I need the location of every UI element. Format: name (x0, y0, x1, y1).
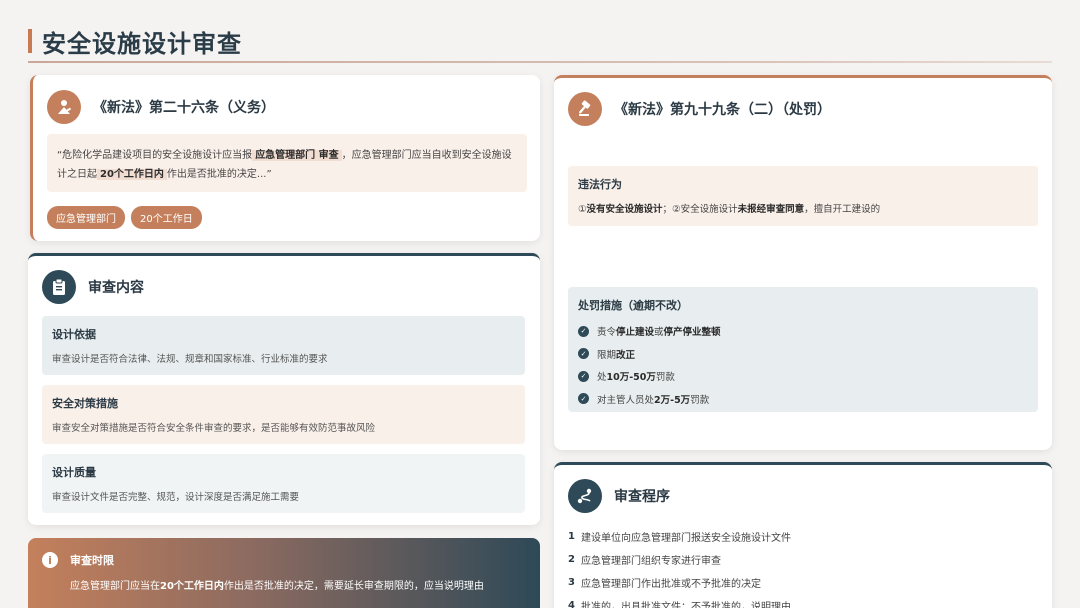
violation-emphasis: 没有安全设施设计 (586, 204, 663, 215)
article-26-header: 《新法》第二十六条（义务） (47, 90, 275, 124)
procedure-card: 审查程序 1 建设单位向应急管理部门报送安全设施设计文件 2 应急管理部门组织专家进… (554, 462, 1052, 608)
step-number: 4 (568, 600, 575, 608)
penalty-emphasis: 10万-50万 (606, 372, 656, 384)
step-text: 应急管理部门组织专家进行审查 (580, 556, 721, 567)
step-number: 3 (568, 577, 575, 588)
violation-part: ① (578, 204, 587, 215)
procedure-step: 4 批准的，出具批准文件；不予批准的，说明理由 (568, 594, 791, 608)
step-text: 建设单位向应急管理部门报送安全设施设计文件 (580, 533, 791, 544)
time-limit-text: 应急管理部门应当在20个工作日内作出是否批准的决定，需要延长审查期限的，应当说明… (70, 577, 535, 597)
penalty-box: 处罚措施（逾期不改） ✓ 责令 停止建设或停产停业整顿 ✓ 限期 改正 ✓ 处 10万… (568, 287, 1038, 412)
penalty-emphasis: 停止建设 (616, 327, 655, 339)
procedure-step: 2 应急管理部门组织专家进行审查 (568, 548, 791, 571)
time-limit-emphasis: 20个工作日内 (160, 581, 224, 592)
gavel-icon (568, 92, 602, 126)
penalty-emphasis: 2万-5万 (654, 394, 691, 406)
review-item-design-basis: 设计依据 审查设计是否符合法律、法规、规章和国家标准、行业标准的要求 (42, 316, 525, 375)
check-circle-icon: ✓ (578, 348, 589, 360)
violation-part: ；②安全设施设计 (662, 204, 738, 215)
clipboard-icon (42, 270, 76, 304)
article-99-card: 《新法》第九十九条（二）（处罚） 违法行为 ①没有安全设施设计；②安全设施设计未… (554, 75, 1052, 450)
review-item-desc: 审查安全对策措施是否符合安全条件审查的要求，是否能够有效防范事故风险 (52, 423, 376, 434)
penalty-item: ✓ 处 10万-50万 罚款 (578, 365, 1028, 388)
penalty-item: ✓ 限期 改正 (578, 343, 1028, 366)
tag-deadline: 20个工作日 (131, 206, 202, 229)
check-circle-icon: ✓ (578, 325, 589, 337)
penalty-emphasis: 改正 (616, 349, 636, 361)
step-text: 应急管理部门作出批准或不予批准的决定 (580, 579, 761, 590)
penalty-text: 罚款 (690, 394, 710, 406)
check-circle-icon: ✓ (578, 370, 589, 382)
review-item-desc: 审查设计是否符合法律、法规、规章和国家标准、行业标准的要求 (52, 354, 328, 365)
review-item-title: 设计质量 (52, 466, 96, 479)
article-99-title: 《新法》第九十九条（二）（处罚） (614, 102, 831, 118)
review-item-title: 设计依据 (52, 328, 96, 341)
time-limit-title: 审查时限 (70, 554, 114, 567)
title-divider (28, 61, 1052, 63)
penalty-item: ✓ 对主管人员处 2万-5万 罚款 (578, 388, 1028, 411)
penalty-list: ✓ 责令 停止建设或停产停业整顿 ✓ 限期 改正 ✓ 处 10万-50万 罚款 ✓ 对主… (578, 320, 1028, 410)
step-number: 2 (568, 554, 575, 565)
violation-part: ，擅自开工建设的 (804, 204, 881, 215)
procedure-header: 审查程序 (568, 479, 670, 513)
penalty-text: 或 (654, 327, 664, 339)
judge-gavel-icon (47, 90, 81, 124)
check-circle-icon: ✓ (578, 393, 589, 405)
penalty-text: 罚款 (655, 372, 675, 384)
penalty-text: 处 (597, 372, 607, 384)
penalty-text: 对主管人员处 (597, 394, 655, 406)
info-icon: i (42, 552, 58, 568)
time-limit-header: i 审查时限 (42, 552, 114, 568)
procedure-step: 3 应急管理部门作出批准或不予批准的决定 (568, 571, 791, 594)
article-26-title: 《新法》第二十六条（义务） (93, 100, 275, 116)
page-header: 安全设施设计审查 (28, 24, 242, 58)
review-content-card: 审查内容 设计依据 审查设计是否符合法律、法规、规章和国家标准、行业标准的要求 … (28, 253, 540, 525)
time-limit-text-part: 应急管理部门应当在 (70, 581, 160, 592)
violation-text: ①没有安全设施设计；②安全设施设计未报经审查同意，擅自开工建设的 (578, 201, 1028, 215)
review-content-header: 审查内容 (42, 270, 144, 304)
review-content-title: 审查内容 (88, 280, 144, 296)
tag-authority: 应急管理部门 (47, 206, 125, 229)
procedure-title: 审查程序 (614, 489, 670, 505)
title-accent-bar (28, 29, 32, 53)
time-limit-card: i 审查时限 应急管理部门应当在20个工作日内作出是否批准的决定，需要延长审查期… (28, 538, 540, 608)
violation-box: 违法行为 ①没有安全设施设计；②安全设施设计未报经审查同意，擅自开工建设的 (568, 166, 1038, 226)
penalty-emphasis: 停产停业整顿 (663, 327, 721, 339)
penalty-item: ✓ 责令 停止建设或停产停业整顿 (578, 320, 1028, 343)
article-26-tags: 应急管理部门 20个工作日 (47, 206, 202, 229)
violation-title: 违法行为 (578, 178, 622, 191)
review-item-design-quality: 设计质量 审查设计文件是否完整、规范，设计深度是否满足施工需要 (42, 454, 525, 513)
quote-text: 作出是否批准的决定...” (166, 169, 272, 180)
quote-text: “危险化学品建设项目的安全设施设计应当报 (57, 150, 253, 161)
page-title: 安全设施设计审查 (42, 29, 242, 58)
review-item-title: 安全对策措施 (52, 397, 118, 410)
review-item-safety-measures: 安全对策措施 审查安全对策措施是否符合安全条件审查的要求，是否能够有效防范事故风… (42, 385, 525, 444)
step-text: 批准的，出具批准文件；不予批准的，说明理由 (580, 602, 791, 608)
review-item-desc: 审查设计文件是否完整、规范，设计深度是否满足施工需要 (52, 492, 300, 503)
step-number: 1 (568, 531, 575, 542)
article-26-quote: “危险化学品建设项目的安全设施设计应当报 应急管理部门 审查 ，应急管理部门应当自收… (47, 134, 527, 192)
route-icon (568, 479, 602, 513)
violation-emphasis: 未报经审查同意 (737, 204, 805, 215)
penalty-title: 处罚措施（逾期不改） (578, 299, 688, 312)
penalty-text: 责令 (597, 327, 617, 339)
article-26-card: 《新法》第二十六条（义务） “危险化学品建设项目的安全设施设计应当报 应急管理部门… (30, 75, 540, 241)
procedure-step: 1 建设单位向应急管理部门报送安全设施设计文件 (568, 525, 791, 548)
quote-highlight: 应急管理部门 审查 (252, 150, 342, 161)
procedure-steps: 1 建设单位向应急管理部门报送安全设施设计文件 2 应急管理部门组织专家进行审查 3… (568, 525, 791, 608)
article-99-header: 《新法》第九十九条（二）（处罚） (568, 92, 831, 126)
quote-highlight: 20个工作日内 (97, 169, 167, 180)
time-limit-text-part: 作出是否批准的决定，需要延长审查期限的，应当说明理由 (223, 581, 484, 592)
penalty-text: 限期 (597, 349, 617, 361)
